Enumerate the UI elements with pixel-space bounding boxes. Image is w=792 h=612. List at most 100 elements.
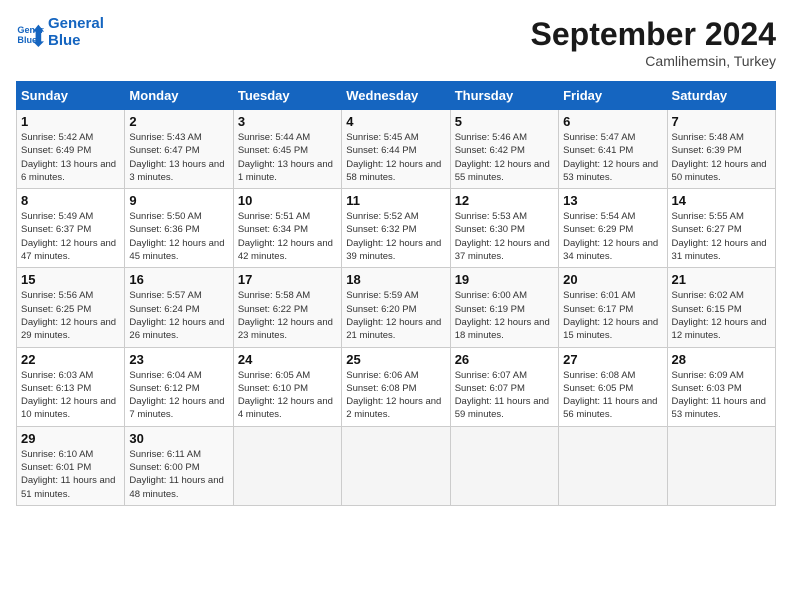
col-header-monday: Monday bbox=[125, 82, 233, 110]
col-header-tuesday: Tuesday bbox=[233, 82, 341, 110]
calendar-table: SundayMondayTuesdayWednesdayThursdayFrid… bbox=[16, 81, 776, 506]
day-number: 26 bbox=[455, 352, 554, 367]
day-number: 18 bbox=[346, 272, 445, 287]
day-info: Sunrise: 6:06 AMSunset: 6:08 PMDaylight:… bbox=[346, 369, 445, 422]
day-number: 25 bbox=[346, 352, 445, 367]
calendar-cell: 10 Sunrise: 5:51 AMSunset: 6:34 PMDayligh… bbox=[233, 189, 341, 268]
day-info: Sunrise: 5:42 AMSunset: 6:49 PMDaylight:… bbox=[21, 131, 120, 184]
calendar-cell bbox=[342, 426, 450, 505]
day-number: 9 bbox=[129, 193, 228, 208]
calendar-cell: 30 Sunrise: 6:11 AMSunset: 6:00 PMDayligh… bbox=[125, 426, 233, 505]
calendar-cell: 28 Sunrise: 6:09 AMSunset: 6:03 PMDayligh… bbox=[667, 347, 775, 426]
logo-general: General bbox=[48, 16, 104, 33]
col-header-friday: Friday bbox=[559, 82, 667, 110]
day-info: Sunrise: 5:57 AMSunset: 6:24 PMDaylight:… bbox=[129, 289, 228, 342]
calendar-cell: 20 Sunrise: 6:01 AMSunset: 6:17 PMDayligh… bbox=[559, 268, 667, 347]
calendar-cell: 12Sunrise: 5:53 AMSunset: 6:30 PMDayligh… bbox=[450, 189, 558, 268]
day-info: Sunrise: 5:59 AMSunset: 6:20 PMDaylight:… bbox=[346, 289, 445, 342]
calendar-cell: 16 Sunrise: 5:57 AMSunset: 6:24 PMDayligh… bbox=[125, 268, 233, 347]
calendar-cell: 4Sunrise: 5:45 AMSunset: 6:44 PMDaylight… bbox=[342, 110, 450, 189]
day-info: Sunrise: 5:48 AMSunset: 6:39 PMDaylight:… bbox=[672, 131, 771, 184]
day-number: 14 bbox=[672, 193, 771, 208]
week-row-4: 22 Sunrise: 6:03 AMSunset: 6:13 PMDayligh… bbox=[17, 347, 776, 426]
day-number: 13 bbox=[563, 193, 662, 208]
calendar-cell bbox=[559, 426, 667, 505]
week-row-3: 15 Sunrise: 5:56 AMSunset: 6:25 PMDayligh… bbox=[17, 268, 776, 347]
day-number: 6 bbox=[563, 114, 662, 129]
col-header-saturday: Saturday bbox=[667, 82, 775, 110]
col-header-thursday: Thursday bbox=[450, 82, 558, 110]
day-number: 10 bbox=[238, 193, 337, 208]
calendar-cell: 9 Sunrise: 5:50 AMSunset: 6:36 PMDaylight… bbox=[125, 189, 233, 268]
day-number: 7 bbox=[672, 114, 771, 129]
page-header: General Blue General Blue September 2024… bbox=[16, 16, 776, 69]
calendar-cell: 25 Sunrise: 6:06 AMSunset: 6:08 PMDayligh… bbox=[342, 347, 450, 426]
logo: General Blue General Blue bbox=[16, 16, 104, 49]
day-info: Sunrise: 5:47 AMSunset: 6:41 PMDaylight:… bbox=[563, 131, 662, 184]
calendar-cell: 18 Sunrise: 5:59 AMSunset: 6:20 PMDayligh… bbox=[342, 268, 450, 347]
day-info: Sunrise: 6:09 AMSunset: 6:03 PMDaylight:… bbox=[672, 369, 771, 422]
day-info: Sunrise: 5:51 AMSunset: 6:34 PMDaylight:… bbox=[238, 210, 337, 263]
day-info: Sunrise: 5:49 AMSunset: 6:37 PMDaylight:… bbox=[21, 210, 120, 263]
calendar-cell: 29Sunrise: 6:10 AMSunset: 6:01 PMDayligh… bbox=[17, 426, 125, 505]
day-number: 16 bbox=[129, 272, 228, 287]
day-number: 12 bbox=[455, 193, 554, 208]
day-info: Sunrise: 6:04 AMSunset: 6:12 PMDaylight:… bbox=[129, 369, 228, 422]
calendar-cell: 5Sunrise: 5:46 AMSunset: 6:42 PMDaylight… bbox=[450, 110, 558, 189]
day-info: Sunrise: 6:02 AMSunset: 6:15 PMDaylight:… bbox=[672, 289, 771, 342]
calendar-cell bbox=[667, 426, 775, 505]
day-number: 17 bbox=[238, 272, 337, 287]
day-number: 27 bbox=[563, 352, 662, 367]
calendar-cell: 27Sunrise: 6:08 AMSunset: 6:05 PMDayligh… bbox=[559, 347, 667, 426]
day-info: Sunrise: 6:03 AMSunset: 6:13 PMDaylight:… bbox=[21, 369, 120, 422]
day-number: 21 bbox=[672, 272, 771, 287]
day-number: 1 bbox=[21, 114, 120, 129]
calendar-cell bbox=[450, 426, 558, 505]
day-info: Sunrise: 6:11 AMSunset: 6:00 PMDaylight:… bbox=[129, 448, 228, 501]
calendar-cell: 22 Sunrise: 6:03 AMSunset: 6:13 PMDayligh… bbox=[17, 347, 125, 426]
svg-text:Blue: Blue bbox=[17, 34, 37, 44]
day-number: 28 bbox=[672, 352, 771, 367]
week-row-1: 1 Sunrise: 5:42 AMSunset: 6:49 PMDaylight… bbox=[17, 110, 776, 189]
calendar-cell: 21 Sunrise: 6:02 AMSunset: 6:15 PMDayligh… bbox=[667, 268, 775, 347]
calendar-cell: 17 Sunrise: 5:58 AMSunset: 6:22 PMDayligh… bbox=[233, 268, 341, 347]
day-number: 29 bbox=[21, 431, 120, 446]
calendar-cell: 1 Sunrise: 5:42 AMSunset: 6:49 PMDaylight… bbox=[17, 110, 125, 189]
logo-icon: General Blue bbox=[16, 19, 44, 47]
day-info: Sunrise: 5:58 AMSunset: 6:22 PMDaylight:… bbox=[238, 289, 337, 342]
calendar-cell: 11 Sunrise: 5:52 AMSunset: 6:32 PMDayligh… bbox=[342, 189, 450, 268]
day-number: 22 bbox=[21, 352, 120, 367]
week-row-2: 8Sunrise: 5:49 AMSunset: 6:37 PMDaylight… bbox=[17, 189, 776, 268]
calendar-cell: 23 Sunrise: 6:04 AMSunset: 6:12 PMDayligh… bbox=[125, 347, 233, 426]
day-number: 23 bbox=[129, 352, 228, 367]
day-number: 30 bbox=[129, 431, 228, 446]
day-info: Sunrise: 5:54 AMSunset: 6:29 PMDaylight:… bbox=[563, 210, 662, 263]
day-info: Sunrise: 5:56 AMSunset: 6:25 PMDaylight:… bbox=[21, 289, 120, 342]
day-number: 15 bbox=[21, 272, 120, 287]
day-info: Sunrise: 5:43 AMSunset: 6:47 PMDaylight:… bbox=[129, 131, 228, 184]
calendar-cell: 7 Sunrise: 5:48 AMSunset: 6:39 PMDaylight… bbox=[667, 110, 775, 189]
col-header-sunday: Sunday bbox=[17, 82, 125, 110]
day-info: Sunrise: 5:50 AMSunset: 6:36 PMDaylight:… bbox=[129, 210, 228, 263]
day-number: 20 bbox=[563, 272, 662, 287]
calendar-cell: 24 Sunrise: 6:05 AMSunset: 6:10 PMDayligh… bbox=[233, 347, 341, 426]
calendar-header-row: SundayMondayTuesdayWednesdayThursdayFrid… bbox=[17, 82, 776, 110]
day-number: 3 bbox=[238, 114, 337, 129]
calendar-cell: 14 Sunrise: 5:55 AMSunset: 6:27 PMDayligh… bbox=[667, 189, 775, 268]
day-info: Sunrise: 6:01 AMSunset: 6:17 PMDaylight:… bbox=[563, 289, 662, 342]
day-number: 24 bbox=[238, 352, 337, 367]
day-number: 11 bbox=[346, 193, 445, 208]
day-info: Sunrise: 6:05 AMSunset: 6:10 PMDaylight:… bbox=[238, 369, 337, 422]
day-info: Sunrise: 5:44 AMSunset: 6:45 PMDaylight:… bbox=[238, 131, 337, 184]
day-number: 5 bbox=[455, 114, 554, 129]
day-info: Sunrise: 5:45 AMSunset: 6:44 PMDaylight:… bbox=[346, 131, 445, 184]
calendar-cell: 2 Sunrise: 5:43 AMSunset: 6:47 PMDaylight… bbox=[125, 110, 233, 189]
day-number: 2 bbox=[129, 114, 228, 129]
title-block: September 2024 Camlihemsin, Turkey bbox=[531, 16, 776, 69]
day-info: Sunrise: 5:52 AMSunset: 6:32 PMDaylight:… bbox=[346, 210, 445, 263]
month-title: September 2024 bbox=[531, 16, 776, 53]
calendar-cell: 6 Sunrise: 5:47 AMSunset: 6:41 PMDaylight… bbox=[559, 110, 667, 189]
day-info: Sunrise: 5:55 AMSunset: 6:27 PMDaylight:… bbox=[672, 210, 771, 263]
calendar-cell: 26Sunrise: 6:07 AMSunset: 6:07 PMDayligh… bbox=[450, 347, 558, 426]
logo-blue: Blue bbox=[48, 33, 104, 50]
